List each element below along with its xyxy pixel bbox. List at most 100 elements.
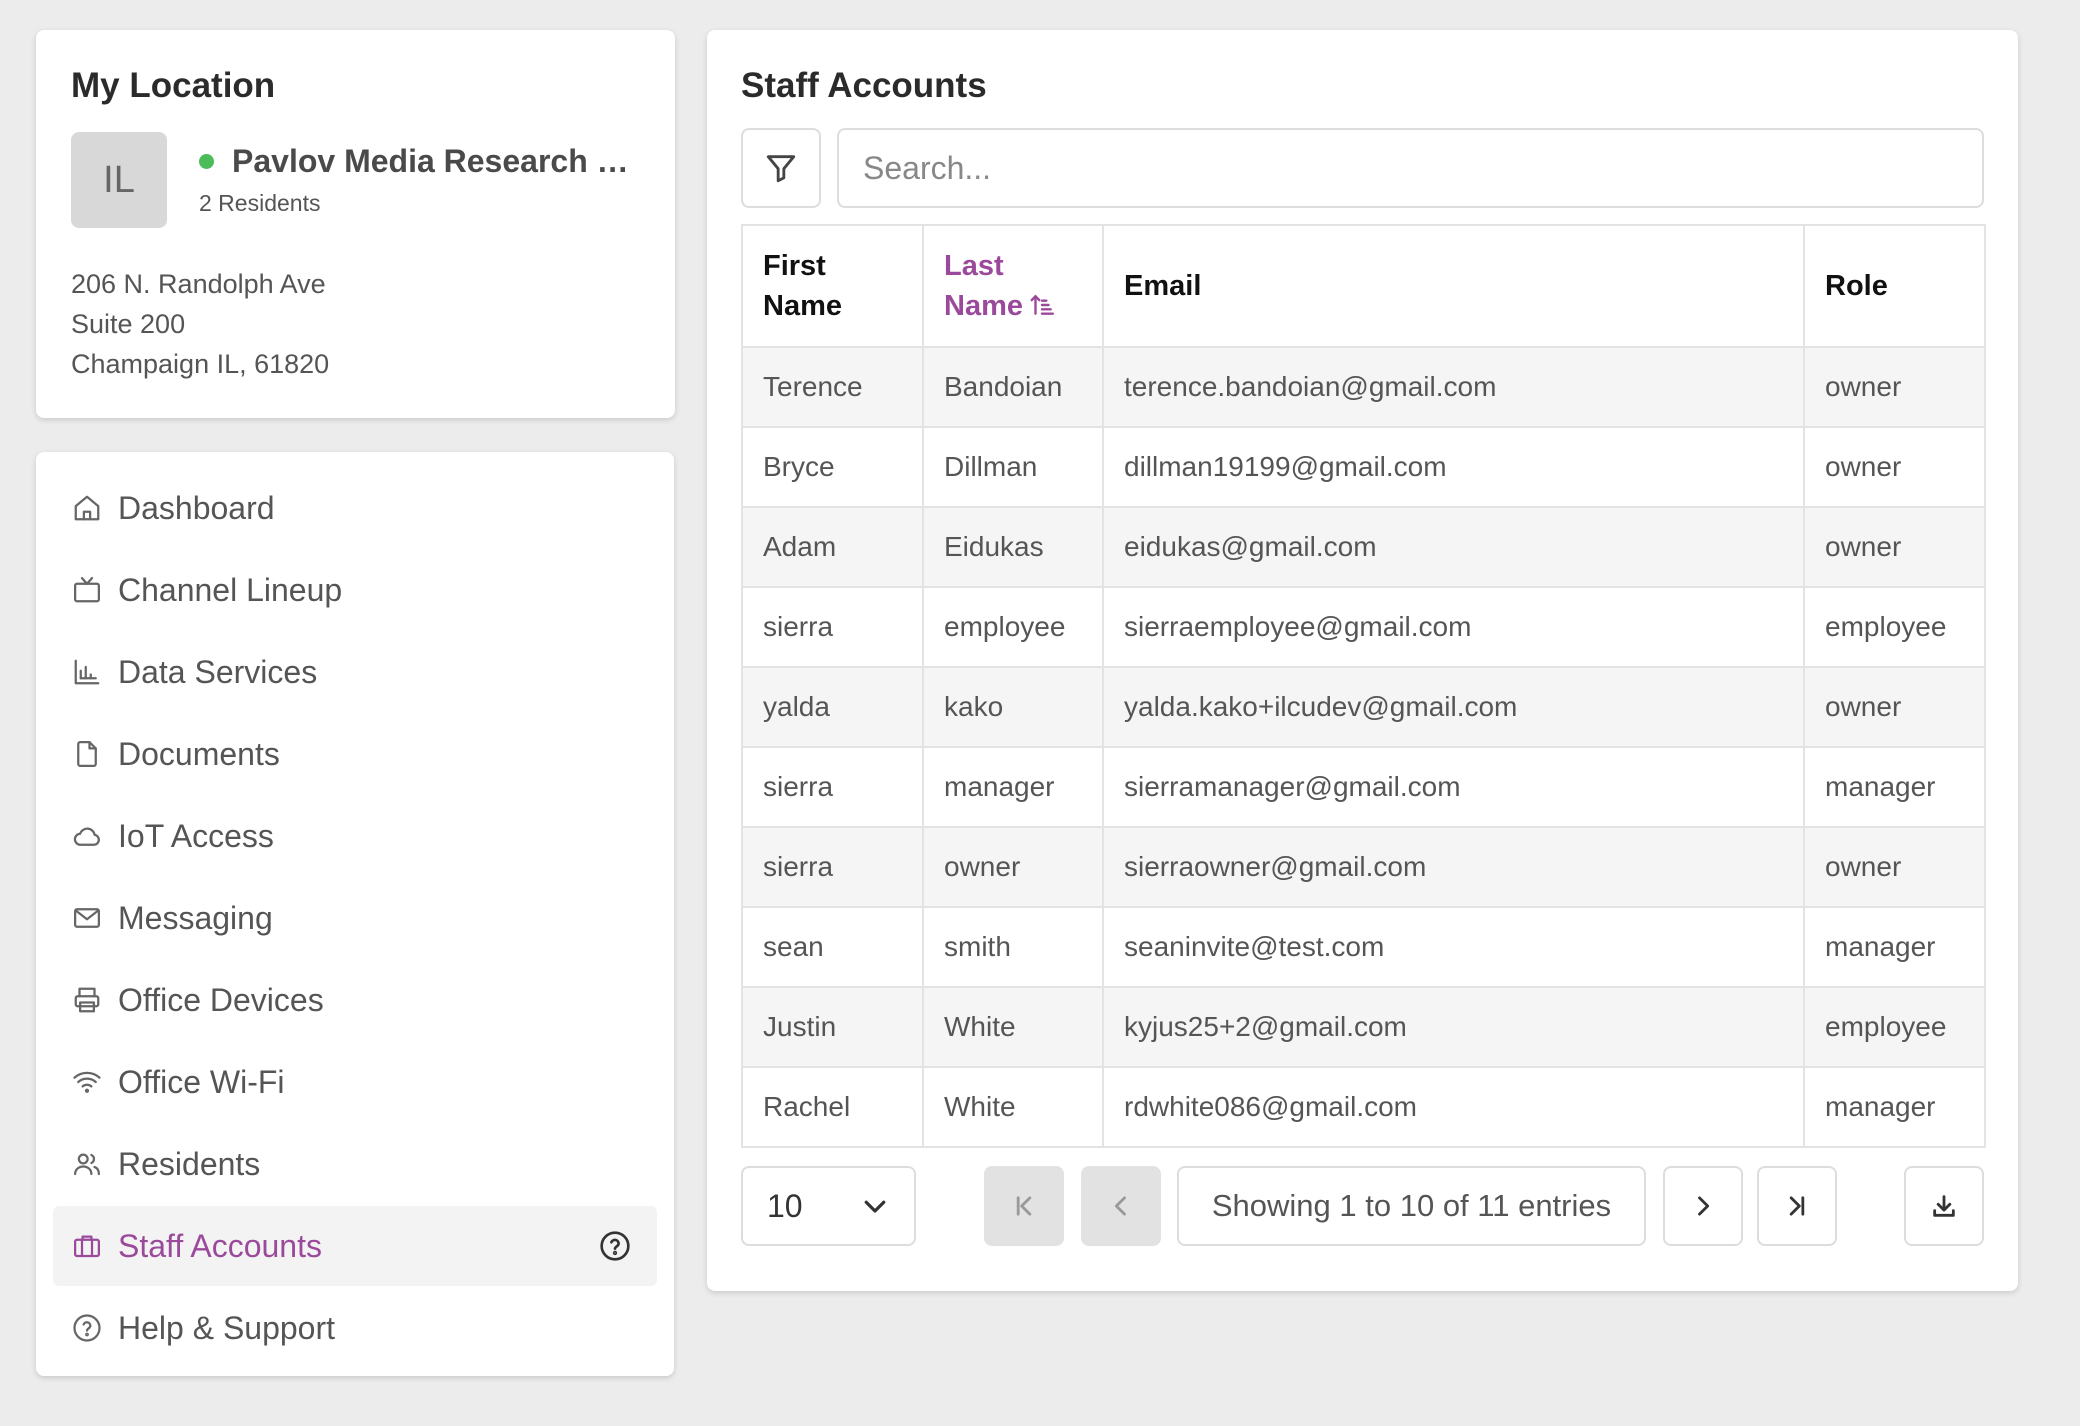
sort-ascending-icon — [1029, 289, 1055, 315]
cell-role: employee — [1803, 586, 1986, 668]
first-page-button[interactable] — [984, 1166, 1064, 1246]
chevron-first-icon — [1016, 1196, 1032, 1216]
table-row[interactable]: sean smith seaninvite@test.com manager — [741, 906, 1986, 988]
sidebar-item-data-services[interactable]: Data Services — [53, 632, 657, 712]
column-header-last-name[interactable]: Last Name — [922, 224, 1104, 348]
cell-email: sierramanager@gmail.com — [1102, 746, 1805, 828]
cell-email: rdwhite086@gmail.com — [1102, 1066, 1805, 1148]
cell-role: manager — [1803, 906, 1986, 988]
cell-last-name: Bandoian — [922, 346, 1104, 428]
chevron-last-icon — [1789, 1196, 1805, 1216]
location-name: Pavlov Media Research and Development Ce… — [232, 143, 640, 179]
cell-first-name: Terence — [741, 346, 924, 428]
sidebar-item-residents[interactable]: Residents — [53, 1124, 657, 1204]
chevron-left-icon — [1114, 1196, 1126, 1216]
staff-table: First Name Last Name Email Role Terence B… — [741, 224, 1986, 1148]
location-card: My Location IL Pavlov Media Research and… — [36, 30, 675, 418]
users-icon — [71, 1148, 103, 1180]
chevron-right-icon — [1698, 1196, 1710, 1216]
sidebar-item-office-wifi[interactable]: Office Wi-Fi — [53, 1042, 657, 1122]
sidebar-item-documents[interactable]: Documents — [53, 714, 657, 794]
cell-email: eidukas@gmail.com — [1102, 506, 1805, 588]
cell-last-name: Eidukas — [922, 506, 1104, 588]
column-header-first-name[interactable]: First Name — [741, 224, 924, 348]
sidebar-item-dashboard[interactable]: Dashboard — [53, 468, 657, 548]
cell-role: owner — [1803, 346, 1986, 428]
table-row[interactable]: yalda kako yalda.kako+ilcudev@gmail.com own… — [741, 666, 1986, 748]
sidebar-item-messaging[interactable]: Messaging — [53, 878, 657, 958]
cell-last-name: smith — [922, 906, 1104, 988]
sidebar-item-label: Dashboard — [118, 489, 275, 526]
cell-email: dillman19199@gmail.com — [1102, 426, 1805, 508]
bar-chart-icon — [71, 656, 103, 688]
sidebar-item-label: Office Wi-Fi — [118, 1063, 285, 1100]
search-input[interactable] — [837, 128, 1984, 208]
cell-email: yalda.kako+ilcudev@gmail.com — [1102, 666, 1805, 748]
previous-page-button[interactable] — [1081, 1166, 1161, 1246]
table-row[interactable]: Adam Eidukas eidukas@gmail.com owner — [741, 506, 1986, 588]
status-dot — [199, 154, 214, 169]
sidebar-item-label: Data Services — [118, 653, 318, 690]
printer-icon — [71, 984, 103, 1016]
cell-role: manager — [1803, 746, 1986, 828]
cell-first-name: sierra — [741, 826, 924, 908]
table-row[interactable]: sierra manager sierramanager@gmail.com mana… — [741, 746, 1986, 828]
cell-last-name: manager — [922, 746, 1104, 828]
cell-last-name: kako — [922, 666, 1104, 748]
sidebar-item-staff-accounts[interactable]: Staff Accounts — [53, 1206, 657, 1286]
filter-icon — [766, 155, 796, 183]
page-title: Staff Accounts — [741, 66, 987, 105]
sidebar-item-label: IoT Access — [118, 817, 274, 854]
download-button[interactable] — [1904, 1166, 1984, 1246]
sidebar-item-label: Staff Accounts — [118, 1227, 322, 1264]
cloud-icon — [71, 820, 103, 852]
table-header-row: First Name Last Name Email Role — [741, 224, 1986, 348]
table-row[interactable]: Bryce Dillman dillman19199@gmail.com owner — [741, 426, 1986, 508]
help-circle-icon — [71, 1312, 103, 1344]
staff-accounts-card: Staff Accounts First Name Last Name Emai… — [707, 30, 2018, 1291]
briefcase-icon — [71, 1230, 103, 1262]
sidebar-item-channel-lineup[interactable]: Channel Lineup — [53, 550, 657, 630]
sidebar-item-label: Channel Lineup — [118, 571, 343, 608]
tv-icon — [71, 574, 103, 606]
next-page-button[interactable] — [1663, 1166, 1743, 1246]
table-row[interactable]: sierra employee sierraemployee@gmail.com em… — [741, 586, 1986, 668]
column-header-email[interactable]: Email — [1102, 224, 1805, 348]
page-size-select[interactable]: 10 — [741, 1166, 916, 1246]
location-summary: IL Pavlov Media Research and Development… — [71, 132, 640, 228]
address-line-2: Suite 200 — [71, 309, 186, 339]
cell-last-name: White — [922, 1066, 1104, 1148]
cell-last-name: Dillman — [922, 426, 1104, 508]
cell-first-name: sierra — [741, 586, 924, 668]
table-row[interactable]: sierra owner sierraowner@gmail.com owner — [741, 826, 1986, 908]
cell-first-name: Adam — [741, 506, 924, 588]
cell-first-name: sean — [741, 906, 924, 988]
sidebar-item-office-devices[interactable]: Office Devices — [53, 960, 657, 1040]
cell-role: owner — [1803, 506, 1986, 588]
table-row[interactable]: Terence Bandoian terence.bandoian@gmail.co… — [741, 346, 1986, 428]
table-row[interactable]: Rachel White rdwhite086@gmail.com manager — [741, 1066, 1986, 1148]
sidebar-nav: Dashboard Channel Lineup Data Services D… — [36, 452, 674, 1376]
column-header-role[interactable]: Role — [1803, 224, 1986, 348]
cell-first-name: Justin — [741, 986, 924, 1068]
address: 206 N. Randolph Ave Suite 200 Champaign … — [71, 264, 640, 384]
last-page-button[interactable] — [1757, 1166, 1837, 1246]
cell-last-name: White — [922, 986, 1104, 1068]
cell-first-name: Rachel — [741, 1066, 924, 1148]
table-row[interactable]: Justin White kyjus25+2@gmail.com employee — [741, 986, 1986, 1068]
filter-button[interactable] — [741, 128, 821, 208]
sidebar-item-help-support[interactable]: Help & Support — [53, 1288, 657, 1368]
file-icon — [71, 738, 103, 770]
help-circle-icon[interactable] — [599, 1230, 631, 1262]
cell-email: sierraowner@gmail.com — [1102, 826, 1805, 908]
download-icon — [1933, 1195, 1955, 1217]
residents-count: 2 Residents — [199, 190, 321, 216]
sidebar-item-iot-access[interactable]: IoT Access — [53, 796, 657, 876]
avatar: IL — [71, 132, 167, 228]
cell-email: kyjus25+2@gmail.com — [1102, 986, 1805, 1068]
cell-role: owner — [1803, 666, 1986, 748]
cell-role: owner — [1803, 426, 1986, 508]
sidebar-item-label: Help & Support — [118, 1309, 336, 1346]
pagination-status: Showing 1 to 10 of 11 entries — [1177, 1166, 1646, 1246]
cell-email: sierraemployee@gmail.com — [1102, 586, 1805, 668]
